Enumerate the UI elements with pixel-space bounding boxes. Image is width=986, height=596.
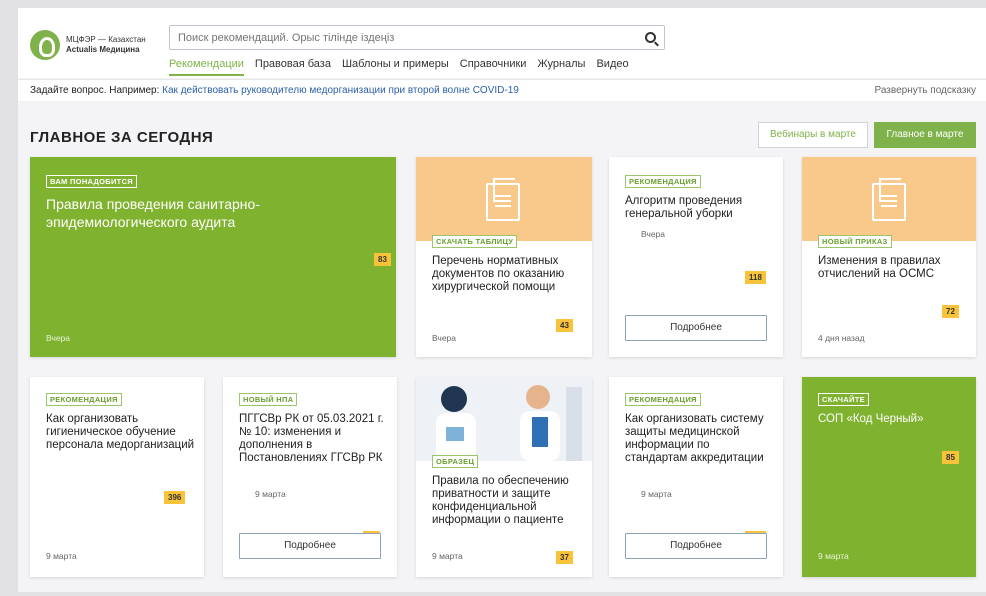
hint-example-link[interactable]: Как действовать руководителю медорганиза…	[162, 85, 519, 96]
views-badge: 85	[942, 451, 959, 464]
card-date: 4 дня назад	[818, 333, 865, 343]
card-title: Изменения в правилах отчислений на ОСМС	[818, 255, 941, 280]
header: МЦФЭР — Казахстан Actualis Медицина Реко…	[18, 8, 986, 78]
card-surgery-docs[interactable]: СКАЧАТЬ ТАБЛИЦУ Перечень нормативных док…	[416, 157, 592, 357]
views-badge: 37	[556, 551, 573, 564]
card-date: 9 марта	[818, 551, 849, 561]
section-title: ГЛАВНОЕ ЗА СЕГОДНЯ	[30, 129, 214, 146]
card-tag: РЕКОМЕНДАЦИЯ	[46, 393, 122, 406]
card-tag: ОБРАЗЕЦ	[432, 455, 479, 468]
card-tag: НОВЫЙ ПРИКАЗ	[818, 235, 892, 248]
card-image	[802, 157, 976, 241]
views-badge: 396	[164, 491, 186, 504]
card-tag: СКАЧАЙТЕ	[818, 393, 869, 406]
card-date: Вчера	[641, 229, 665, 239]
nav-legal-base[interactable]: Правовая база	[255, 58, 331, 76]
search-input[interactable]	[170, 26, 630, 49]
card-npa[interactable]: НОВЫЙ НПА ПГГСВр РК от 05.03.2021 г. № 1…	[223, 377, 397, 577]
webinars-button[interactable]: Вебинары в марте	[758, 122, 868, 148]
doctors-illustration	[416, 377, 592, 461]
card-title: Как организовать систему защиты медицинс…	[625, 413, 764, 464]
card-tag: РЕКОМЕНДАЦИЯ	[625, 175, 701, 188]
more-button[interactable]: Подробнее	[625, 533, 767, 559]
logo-icon	[30, 30, 60, 60]
card-title: Алгоритм проведения генеральной уборки	[625, 195, 743, 220]
card-tag: РЕКОМЕНДАЦИЯ	[625, 393, 701, 406]
card-date: Вчера	[46, 333, 70, 343]
logo[interactable]: МЦФЭР — Казахстан Actualis Медицина	[30, 30, 146, 60]
card-hygiene-training[interactable]: РЕКОМЕНДАЦИЯ Как организовать гигиеничес…	[30, 377, 204, 577]
expand-hint-link[interactable]: Развернуть подсказку	[875, 80, 977, 102]
card-date: 9 марта	[255, 489, 286, 499]
card-sanitary-audit[interactable]: ВАМ ПОНАДОБИТСЯ Правила проведения санит…	[30, 157, 396, 357]
card-title: Как организовать гигиеническое обучение …	[46, 413, 195, 451]
logo-line1: МЦФЭР — Казахстан	[66, 35, 146, 44]
card-tag: ВАМ ПОНАДОБИТСЯ	[46, 175, 137, 188]
card-date: 9 марта	[641, 489, 672, 499]
views-badge: 118	[745, 271, 766, 284]
more-button[interactable]: Подробнее	[625, 315, 767, 341]
views-badge: 72	[942, 305, 959, 318]
views-badge: 43	[556, 319, 573, 332]
more-button[interactable]: Подробнее	[239, 533, 381, 559]
card-code-black[interactable]: СКАЧАЙТЕ СОП «Код Черный» 85 9 марта	[802, 377, 976, 577]
nav-journals[interactable]: Журналы	[537, 58, 585, 76]
card-tag: СКАЧАТЬ ТАБЛИЦУ	[432, 235, 518, 248]
doctors-image	[416, 377, 592, 461]
nav-templates[interactable]: Шаблоны и примеры	[342, 58, 449, 76]
card-tag: НОВЫЙ НПА	[239, 393, 298, 406]
card-title: Правила по обеспечению приватности и защ…	[432, 475, 569, 526]
card-osms-changes[interactable]: НОВЫЙ ПРИКАЗ Изменения в правилах отчисл…	[802, 157, 976, 357]
nav-recommendations[interactable]: Рекомендации	[169, 58, 244, 76]
document-icon	[872, 178, 906, 221]
search-icon[interactable]	[645, 32, 656, 43]
hint-bar: Задайте вопрос. Например: Как действоват…	[18, 79, 986, 101]
card-date: 9 марта	[432, 551, 463, 561]
main-nav: Рекомендации Правовая база Шаблоны и при…	[169, 58, 640, 76]
card-date: 9 марта	[46, 551, 77, 561]
nav-video[interactable]: Видео	[596, 58, 628, 76]
card-title: СОП «Код Черный»	[818, 413, 924, 425]
card-privacy-rules[interactable]: ОБРАЗЕЦ Правила по обеспечению приватнос…	[416, 377, 592, 577]
card-title: ПГГСВр РК от 05.03.2021 г. № 10: изменен…	[239, 413, 384, 464]
card-info-security[interactable]: РЕКОМЕНДАЦИЯ Как организовать систему за…	[609, 377, 783, 577]
card-cleaning-algorithm[interactable]: РЕКОМЕНДАЦИЯ Алгоритм проведения генерал…	[609, 157, 783, 357]
document-icon	[486, 178, 520, 221]
search-box	[169, 25, 665, 50]
logo-line2: Actualis Медицина	[66, 45, 140, 54]
main-in-march-button[interactable]: Главное в марте	[874, 122, 976, 148]
card-image	[416, 157, 592, 241]
card-title: Правила проведения санитарно-эпидемиолог…	[46, 196, 260, 230]
card-title: Перечень нормативных документов по оказа…	[432, 255, 565, 293]
hint-prefix: Задайте вопрос. Например:	[30, 85, 163, 96]
views-badge: 83	[374, 253, 391, 266]
page-frame: МЦФЭР — Казахстан Actualis Медицина Реко…	[18, 8, 986, 592]
nav-references[interactable]: Справочники	[460, 58, 527, 76]
card-date: Вчера	[432, 333, 456, 343]
